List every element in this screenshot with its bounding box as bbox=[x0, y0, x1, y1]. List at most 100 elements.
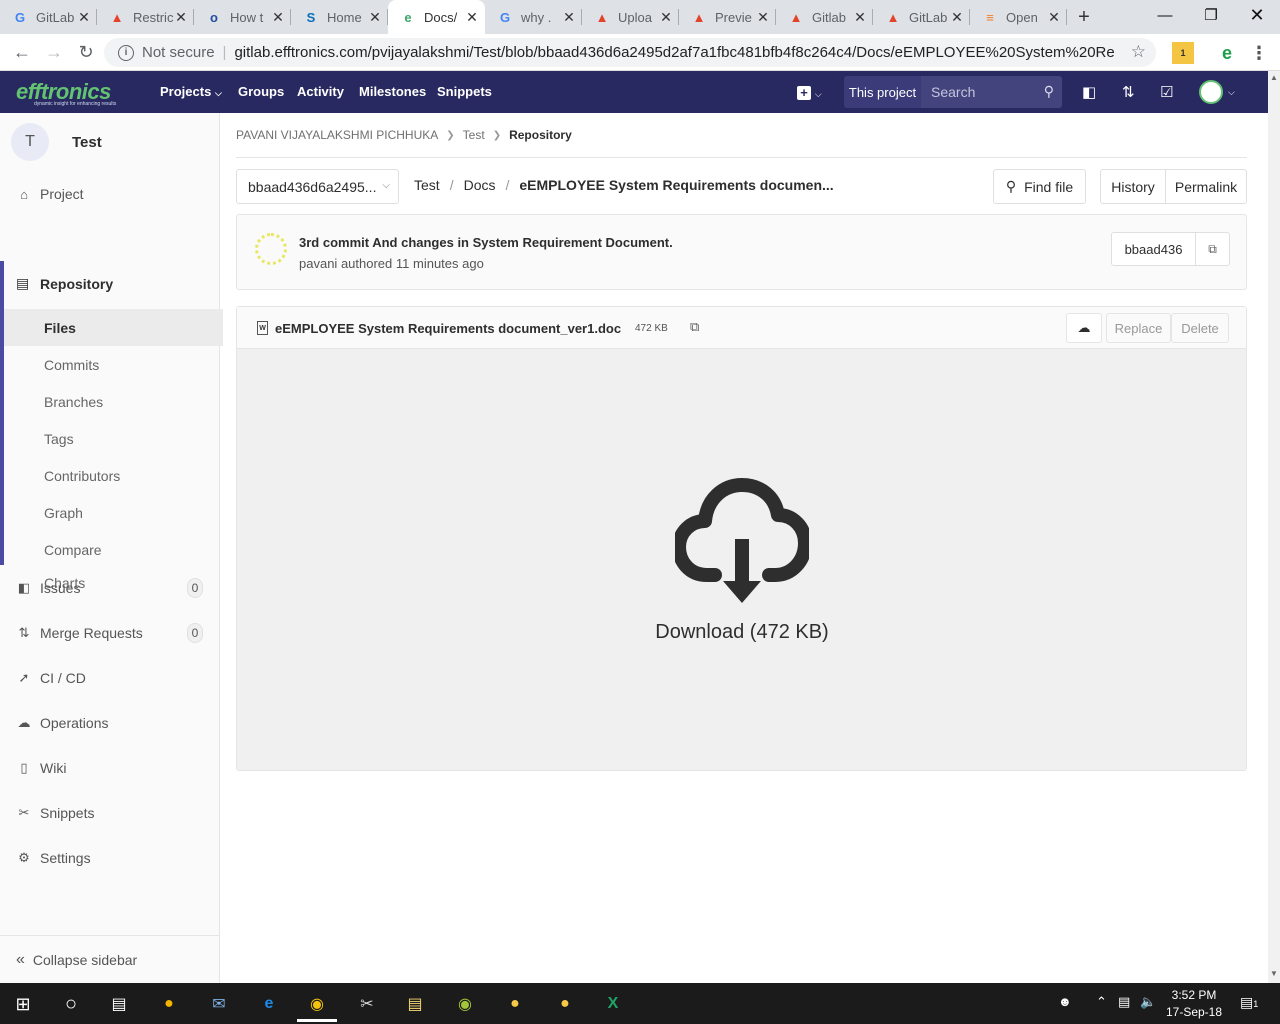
path-folder[interactable]: Docs bbox=[464, 177, 496, 193]
close-tab-icon[interactable]: ✕ bbox=[659, 9, 673, 26]
close-tab-icon[interactable]: ✕ bbox=[174, 9, 188, 26]
browser-tab[interactable]: ▲ GitLab ✕ bbox=[873, 0, 970, 34]
excel-icon[interactable]: X bbox=[600, 991, 626, 1017]
chevron-up-icon[interactable]: ⌃ bbox=[1096, 994, 1107, 1010]
sidebar-sub-files[interactable]: Files bbox=[4, 309, 223, 346]
chrome-icon[interactable]: ◉ bbox=[304, 991, 330, 1017]
replace-button[interactable]: Replace bbox=[1106, 313, 1171, 343]
new-item-plus-icon[interactable]: + ⌵ bbox=[797, 84, 822, 100]
extension-icon[interactable]: 1 bbox=[1172, 42, 1194, 64]
app-icon[interactable]: ● bbox=[552, 991, 578, 1017]
sidebar-item-project[interactable]: ⌂ Project bbox=[0, 174, 219, 214]
nav-milestones[interactable]: Milestones bbox=[359, 84, 426, 99]
forward-icon[interactable]: → bbox=[38, 36, 70, 68]
edge-icon[interactable]: e bbox=[256, 991, 282, 1017]
sidebar-sub-compare[interactable]: Compare bbox=[4, 531, 223, 568]
permalink-button[interactable]: Permalink bbox=[1165, 169, 1247, 204]
restore-icon[interactable]: ❐ bbox=[1188, 0, 1234, 30]
close-tab-icon[interactable]: ✕ bbox=[368, 9, 382, 26]
commit-author-avatar[interactable] bbox=[255, 233, 287, 265]
commit-author[interactable]: pavani bbox=[299, 256, 337, 271]
search-scope[interactable]: This project bbox=[844, 76, 921, 108]
app-icon[interactable]: ● bbox=[502, 991, 528, 1017]
menu-kebab-icon[interactable]: ⋮ bbox=[1248, 42, 1270, 64]
sidebar-project-header[interactable]: T Test bbox=[11, 123, 102, 161]
sidebar-item-settings[interactable]: ⚙ Settings bbox=[0, 838, 219, 878]
copy-icon[interactable]: ⧉ bbox=[690, 319, 699, 335]
browser-tab[interactable]: ▲ Gitlab ✕ bbox=[776, 0, 873, 34]
close-tab-icon[interactable]: ✕ bbox=[562, 9, 576, 26]
breadcrumb-current[interactable]: Repository bbox=[509, 128, 572, 142]
breadcrumb-project[interactable]: Test bbox=[463, 128, 485, 142]
sidebar-item-repository[interactable]: ▤ Repository bbox=[4, 261, 219, 306]
windows-start-icon[interactable]: ⊞ bbox=[10, 991, 36, 1017]
close-tab-icon[interactable]: ✕ bbox=[1047, 9, 1061, 26]
close-tab-icon[interactable]: ✕ bbox=[950, 9, 964, 26]
volume-icon[interactable]: 🔈 bbox=[1140, 994, 1156, 1010]
sidebar-item-operations[interactable]: ☁ Operations bbox=[0, 703, 219, 743]
find-file-button[interactable]: ⚲ Find file bbox=[993, 169, 1086, 204]
browser-tab[interactable]: o How t ✕ bbox=[194, 0, 291, 34]
sidebar-sub-commits[interactable]: Commits bbox=[4, 346, 223, 383]
network-icon[interactable]: ▤ bbox=[1118, 994, 1130, 1010]
nav-snippets[interactable]: Snippets bbox=[437, 84, 492, 99]
sidebar-sub-tags[interactable]: Tags bbox=[4, 420, 223, 457]
cortana-search-icon[interactable]: ○ bbox=[58, 991, 84, 1017]
close-tab-icon[interactable]: ✕ bbox=[756, 9, 770, 26]
system-clock[interactable]: 3:52 PM 17-Sep-18 bbox=[1156, 987, 1232, 1021]
commit-title[interactable]: 3rd commit And changes in System Require… bbox=[299, 235, 673, 250]
ref-switcher-dropdown[interactable]: bbaad436d6a2495... ⌵ bbox=[236, 169, 399, 204]
copy-icon[interactable]: ⧉ bbox=[1196, 233, 1229, 265]
browser-tab[interactable]: ≡ Open ✕ bbox=[970, 0, 1067, 34]
collapse-sidebar-button[interactable]: «Collapse sidebar bbox=[0, 935, 219, 983]
breadcrumb-user[interactable]: PAVANI VIJAYALAKSHMI PICHHUKA bbox=[236, 128, 438, 142]
evernote-extension-icon[interactable]: e bbox=[1216, 42, 1238, 64]
close-tab-icon[interactable]: ✕ bbox=[271, 9, 285, 26]
sidebar-item-snippets[interactable]: ✂ Snippets bbox=[0, 793, 219, 833]
info-icon[interactable]: i bbox=[118, 44, 134, 61]
sidebar-sub-branches[interactable]: Branches bbox=[4, 383, 223, 420]
android-studio-icon[interactable]: ◉ bbox=[452, 991, 478, 1017]
sidebar-item-merge-requests[interactable]: ⇅ Merge Requests 0 bbox=[0, 613, 219, 653]
action-center-icon[interactable]: ▤1 bbox=[1240, 994, 1258, 1011]
close-window-icon[interactable]: ✕ bbox=[1234, 0, 1280, 30]
url-text[interactable]: gitlab.efftronics.com/pvijayalakshmi/Tes… bbox=[234, 44, 1114, 61]
browser-tab[interactable]: Gwhy . ✕ bbox=[485, 0, 582, 34]
app-user-icon[interactable]: ● bbox=[156, 991, 182, 1017]
chevron-down-icon[interactable]: ⌵ bbox=[1228, 87, 1235, 98]
download-link[interactable]: Download (472 KB) bbox=[622, 477, 862, 644]
address-bar[interactable]: i Not secure | gitlab.efftronics.com/pvi… bbox=[104, 38, 1156, 67]
search-input[interactable]: Search ⚲ bbox=[921, 76, 1062, 108]
minimize-icon[interactable]: — bbox=[1142, 0, 1188, 30]
browser-tab[interactable]: ▲ Previe ✕ bbox=[679, 0, 776, 34]
task-view-icon[interactable]: ▤ bbox=[106, 991, 132, 1017]
reload-icon[interactable]: ↻ bbox=[70, 36, 102, 68]
outlook-icon[interactable]: ✉ bbox=[206, 991, 232, 1017]
user-avatar[interactable] bbox=[1199, 80, 1223, 104]
issues-icon[interactable]: ◧ bbox=[1082, 83, 1096, 101]
delete-button[interactable]: Delete bbox=[1171, 313, 1229, 343]
people-icon[interactable]: ☻ bbox=[1058, 994, 1072, 1009]
browser-tab[interactable]: G GitLab ✕ bbox=[0, 0, 97, 34]
browser-tab[interactable]: ▲ Restric ✕ bbox=[97, 0, 194, 34]
nav-activity[interactable]: Activity bbox=[297, 84, 344, 99]
sidebar-item-issues[interactable]: ◧ Issues 0 bbox=[0, 568, 219, 608]
sidebar-sub-graph[interactable]: Graph bbox=[4, 494, 223, 531]
download-icon[interactable]: ☁ bbox=[1066, 313, 1102, 343]
file-explorer-icon[interactable]: ▤ bbox=[402, 991, 428, 1017]
close-tab-icon[interactable]: ✕ bbox=[853, 9, 867, 26]
browser-tab[interactable]: S Home ✕ bbox=[291, 0, 388, 34]
bookmark-star-icon[interactable]: ☆ bbox=[1131, 42, 1146, 62]
close-tab-icon[interactable]: ✕ bbox=[77, 9, 91, 26]
scroll-up-icon[interactable]: ▲ bbox=[1270, 73, 1278, 82]
snipping-tool-icon[interactable]: ✂ bbox=[354, 991, 380, 1017]
commit-sha-button[interactable]: bbaad436 bbox=[1112, 233, 1196, 265]
new-tab-icon[interactable]: + bbox=[1067, 0, 1101, 34]
back-icon[interactable]: ← bbox=[6, 36, 38, 68]
browser-tab[interactable]: ▲ Uploa ✕ bbox=[582, 0, 679, 34]
page-scrollbar[interactable] bbox=[1268, 71, 1280, 983]
history-button[interactable]: History bbox=[1100, 169, 1166, 204]
scroll-down-icon[interactable]: ▼ bbox=[1270, 969, 1278, 978]
todo-icon[interactable]: ☑ bbox=[1160, 83, 1173, 101]
nav-projects[interactable]: Projects ⌵ bbox=[160, 84, 222, 99]
